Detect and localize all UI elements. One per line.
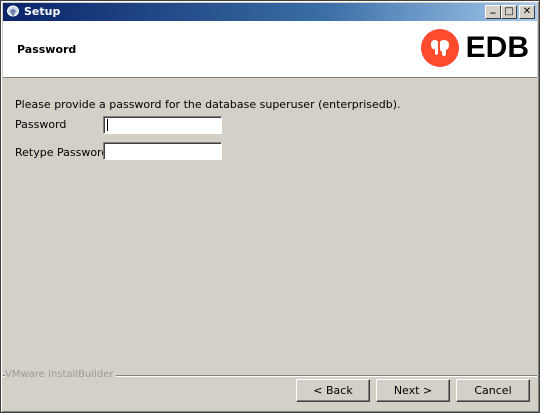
password-label: Password	[15, 118, 67, 131]
edb-logo: EDB	[420, 29, 529, 67]
elephant-icon	[430, 40, 449, 56]
maximize-icon: □	[504, 6, 514, 17]
minimize-icon: _	[490, 3, 496, 14]
cancel-button[interactable]: Cancel	[456, 379, 530, 402]
retype-password-input[interactable]	[103, 142, 222, 160]
window-controls: _ □ ✕	[485, 3, 535, 19]
password-input[interactable]	[103, 116, 222, 134]
close-icon: ✕	[522, 6, 532, 17]
maximize-button[interactable]: □	[501, 5, 517, 19]
setup-window: Setup _ □ ✕ Password EDB Please provide …	[0, 0, 540, 413]
password-prompt: Please provide a password for the databa…	[15, 98, 401, 111]
app-icon	[7, 5, 19, 17]
edb-elephant-logo-icon	[420, 29, 459, 67]
title-bar[interactable]: Setup _ □ ✕	[3, 3, 537, 21]
page-title: Password	[17, 43, 77, 56]
back-button[interactable]: < Back	[296, 379, 370, 402]
close-button[interactable]: ✕	[519, 5, 535, 19]
edb-logo-text: EDB	[465, 31, 529, 64]
retype-password-label: Retype Password	[15, 146, 109, 159]
page-header: Password EDB	[3, 21, 537, 78]
minimize-button[interactable]: _	[485, 3, 501, 19]
installbuilder-brand: VMware InstallBuilder	[5, 369, 117, 380]
window-title: Setup	[24, 5, 61, 18]
text-caret	[107, 119, 108, 131]
next-button[interactable]: Next >	[376, 379, 450, 402]
